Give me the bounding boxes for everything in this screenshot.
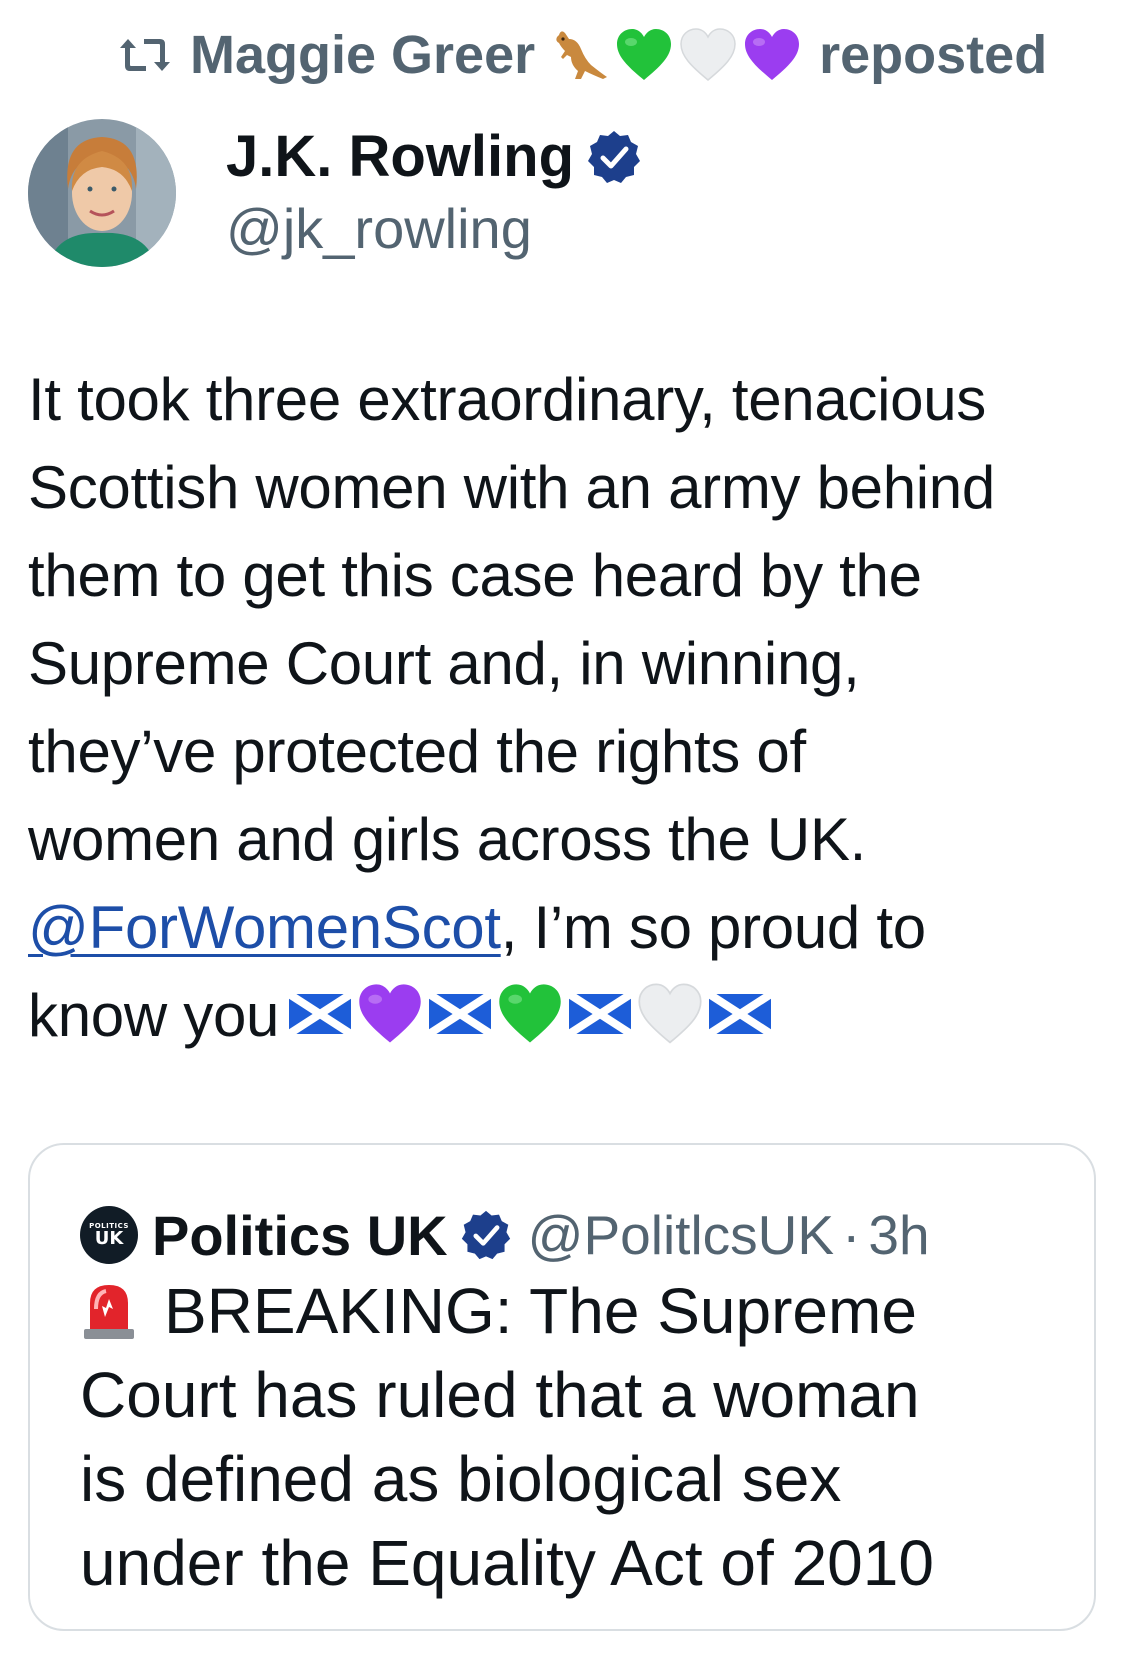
kangaroo-icon <box>556 31 608 79</box>
scotland-flag-icon <box>289 994 352 1035</box>
tweet-line-rest: , I’m so proud to <box>500 894 926 961</box>
quoted-line: BREAKING: The Supreme <box>80 1269 1080 1353</box>
scotland-flag-icon <box>429 994 492 1035</box>
tweet-line: them to get this case heard by the <box>28 542 922 609</box>
tweet-line: Supreme Court and, in winning, <box>28 630 860 697</box>
tweet-line: It took three extraordinary, tenacious <box>28 366 987 433</box>
author-handle[interactable]: @jk_rowling <box>226 194 642 264</box>
tweet-line-mention: @ForWomenScot, I’m so proud to <box>28 884 1108 972</box>
quoted-line-text: BREAKING: The Supreme <box>164 1275 917 1347</box>
green-heart-icon <box>617 29 672 80</box>
purple-heart-icon <box>745 29 800 80</box>
verified-badge-icon <box>461 1210 510 1260</box>
quoted-author-name[interactable]: Politics UK <box>152 1203 448 1268</box>
reposter-emoji-run <box>551 27 801 83</box>
quoted-avatar-big-text: UK <box>94 1228 124 1249</box>
purple-heart-icon <box>359 984 421 1043</box>
tweet-last-text: know you <box>28 982 280 1049</box>
quoted-author-handle[interactable]: @PolitlcsUK <box>528 1203 834 1267</box>
tweet-emoji-run <box>289 983 772 1045</box>
quoted-timestamp[interactable]: 3h <box>868 1203 929 1267</box>
tweet-line: Scottish women with an army behind <box>28 454 995 521</box>
mention-link[interactable]: @ForWomenScot <box>28 894 501 961</box>
tweet-author-header: J.K. Rowling @jk_rowling <box>28 118 642 268</box>
quoted-tweet-text: BREAKING: The Supreme Court has ruled th… <box>80 1269 1080 1605</box>
tweet-line-last: know you <box>28 972 1108 1060</box>
tweet-text: It took three extraordinary, tenacious S… <box>28 356 1108 1060</box>
repost-icon <box>120 39 170 71</box>
repost-bar: Maggie Greer reposted <box>118 24 1095 86</box>
tweet-line: women and girls across the UK. <box>28 806 867 873</box>
quoted-author-avatar[interactable]: POLITICS UK <box>80 1206 138 1264</box>
white-heart-icon <box>638 983 702 1044</box>
separator-dot: · <box>842 1204 861 1266</box>
reposter-name[interactable]: Maggie Greer <box>190 24 535 86</box>
scotland-flag-icon <box>569 994 632 1035</box>
scotland-flag-icon <box>709 994 772 1035</box>
author-avatar[interactable] <box>28 119 176 267</box>
tweet-line: they’ve protected the rights of <box>28 718 806 785</box>
green-heart-icon <box>499 984 561 1043</box>
quoted-line: Court has ruled that a woman <box>80 1359 920 1431</box>
quoted-tweet-card[interactable]: POLITICS UK Politics UK @PolitlcsUK · 3h… <box>28 1143 1096 1631</box>
white-heart-icon <box>680 28 736 81</box>
repost-label: reposted <box>819 25 1048 85</box>
verified-badge-icon <box>588 131 640 183</box>
quoted-tweet-header: POLITICS UK Politics UK @PolitlcsUK · 3h <box>80 1200 930 1270</box>
author-name[interactable]: J.K. Rowling <box>226 122 574 192</box>
quoted-line: is defined as biological sex <box>80 1443 842 1515</box>
quoted-line: under the Equality Act of 2010 <box>80 1527 934 1599</box>
siren-icon <box>84 1285 134 1340</box>
